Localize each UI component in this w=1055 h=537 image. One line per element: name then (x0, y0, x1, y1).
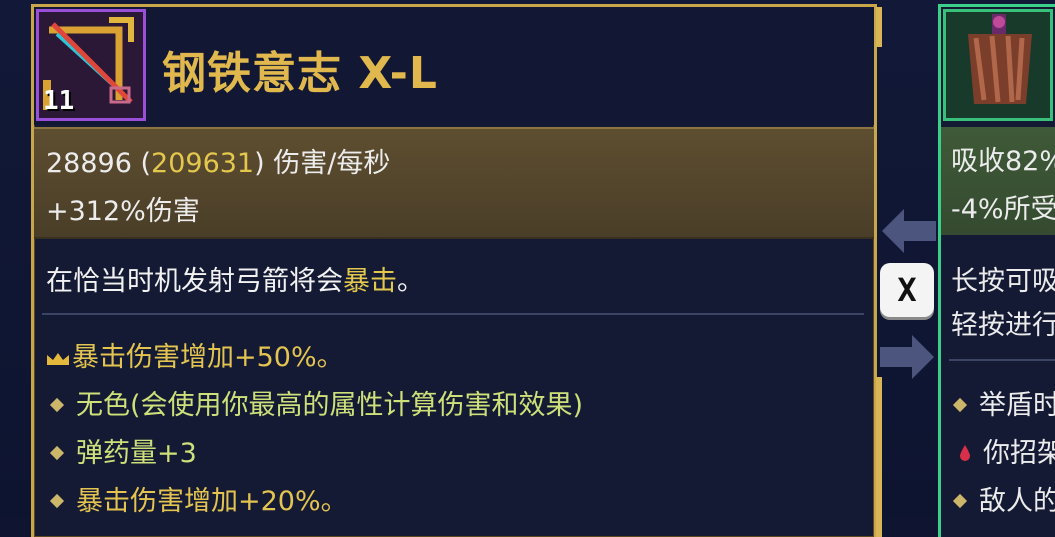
affix-item: 无色(会使用你最高的属性计算伤害和效果) (46, 383, 583, 422)
description-highlight: 暴击 (343, 266, 397, 297)
shield-stat-absorb: 吸收82% (951, 146, 1055, 177)
shield-divider (949, 359, 1055, 361)
damage-bonus: +312%伤害 (46, 196, 200, 227)
shield-affix-text: 你招架 (983, 438, 1055, 469)
weapon-tooltip-panel: 11 钢铁意志 X-L 28896 (209631) 伤害/每秒 +312%伤害… (31, 4, 882, 537)
dps-paren-close: ) (254, 148, 265, 179)
shield-affix: 敌人的 (951, 479, 1055, 518)
arrow-left-icon (882, 209, 936, 253)
affix-legendary: 暴击伤害增加+50%。 (46, 335, 344, 374)
shield-desc-line-2: 轻按进行 (951, 310, 1055, 341)
description-prefix: 在恰当时机发射弓箭将会 (46, 266, 343, 297)
blood-drop-icon (960, 444, 970, 461)
item-title: 钢铁意志 X-L (162, 48, 438, 99)
shield-stats-band: 吸收82% -4%所受 (941, 127, 1055, 235)
diamond-bullet-icon (952, 397, 968, 412)
affix-text: 暴击伤害增加+50%。 (72, 342, 344, 373)
shield-tooltip-panel: 吸收82% -4%所受 长按可吸 轻按进行 举盾时 你招架 敌人的 (938, 4, 1055, 537)
swap-control: X (878, 205, 938, 385)
shield-stat-damage-taken: -4%所受 (951, 194, 1055, 225)
shield-affix: 你招架 (951, 431, 1055, 470)
diamond-bullet-icon (49, 493, 65, 508)
affix-text: 弹药量+3 (76, 438, 197, 469)
arrow-right-icon (880, 335, 934, 379)
weapon-level: 11 (43, 86, 75, 116)
crown-icon (47, 352, 69, 365)
description-suffix: 。 (397, 266, 424, 297)
swap-key-button[interactable]: X (880, 263, 934, 317)
shield-icon (946, 12, 1050, 118)
shield-affix: 举盾时 (951, 383, 1055, 422)
dps-line: 28896 (209631) 伤害/每秒 (46, 141, 390, 180)
weapon-icon-slot[interactable]: 11 (36, 9, 146, 121)
affix-text: 无色(会使用你最高的属性计算伤害和效果) (76, 390, 584, 421)
shield-affix-text: 敌人的 (979, 486, 1055, 517)
diamond-bullet-icon (49, 397, 65, 412)
shield-affix-text: 举盾时 (979, 390, 1055, 421)
panel-corner-bottom (876, 377, 882, 537)
affix-item: 弹药量+3 (46, 431, 197, 470)
affix-text: 暴击伤害增加+20%。 (76, 486, 348, 517)
diamond-bullet-icon (49, 445, 65, 460)
panel-corner-top (876, 7, 882, 47)
item-description: 在恰当时机发射弓箭将会暴击。 (46, 259, 424, 298)
shield-desc-line-1: 长按可吸 (951, 266, 1055, 297)
diamond-bullet-icon (952, 493, 968, 508)
section-divider (42, 313, 864, 315)
dps-crit-value: 209631 (151, 148, 255, 179)
shield-icon-slot[interactable] (943, 9, 1053, 121)
dps-paren-open: ( (131, 148, 152, 179)
stats-band: 28896 (209631) 伤害/每秒 +312%伤害 (34, 127, 874, 239)
tooltip-header: 11 钢铁意志 X-L (34, 7, 874, 125)
dps-unit: 伤害/每秒 (264, 148, 391, 179)
affix-item: 暴击伤害增加+20%。 (46, 479, 348, 518)
dps-base-value: 28896 (46, 148, 132, 179)
